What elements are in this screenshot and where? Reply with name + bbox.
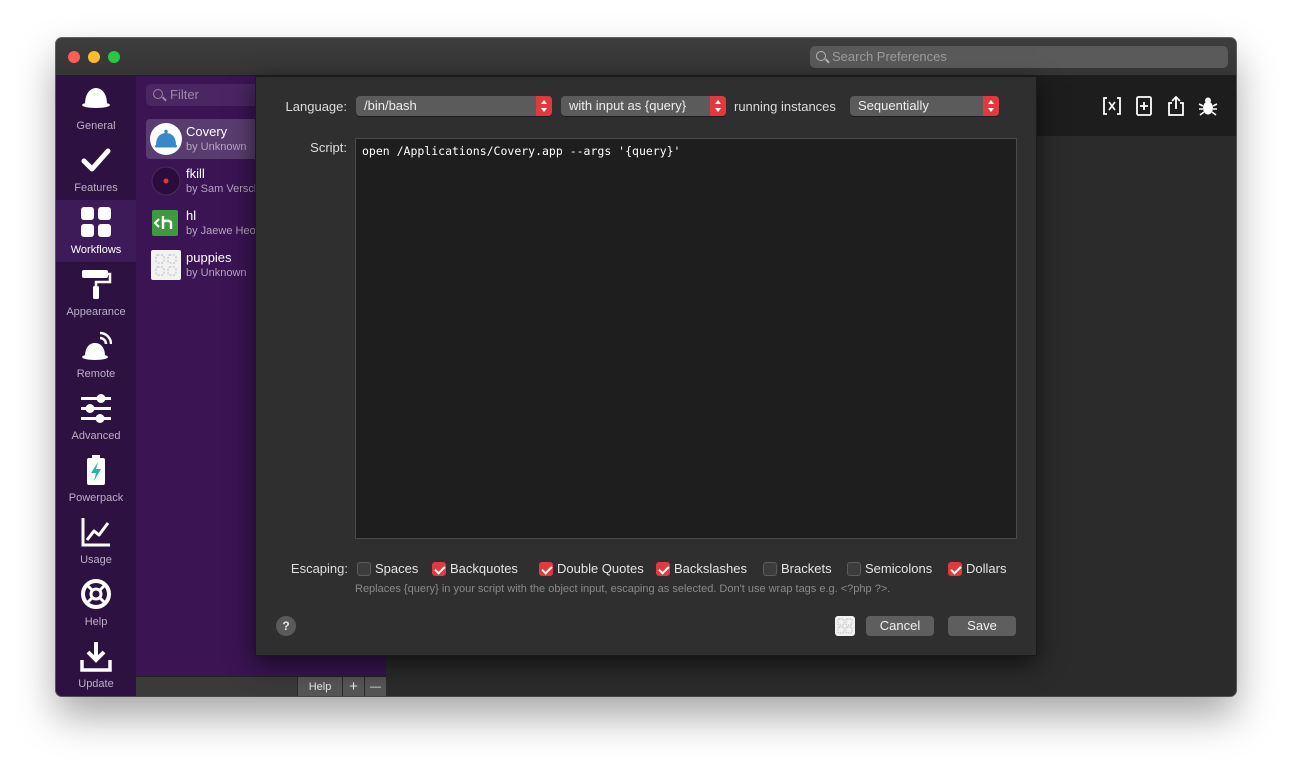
minimize-window-button[interactable] — [88, 51, 100, 63]
workflow-list-bottom-bar: Help + — — [136, 676, 386, 696]
workflow-author: by Unknown — [186, 141, 247, 153]
search-icon — [153, 89, 163, 99]
grid-icon — [81, 207, 111, 237]
language-label: Language: — [285, 99, 347, 114]
lifebuoy-icon — [81, 579, 111, 609]
remove-workflow-button[interactable]: — — [364, 677, 386, 696]
help-button[interactable]: Help — [297, 677, 342, 696]
search-preferences-input[interactable]: Search Preferences — [810, 46, 1228, 68]
sidebar-item-label: Help — [84, 616, 108, 628]
checkbox-box — [948, 562, 962, 576]
checkbox-box — [847, 562, 861, 576]
run-script-sheet: Language: /bin/bash with input as {query… — [255, 76, 1037, 656]
save-button[interactable]: Save — [948, 616, 1016, 636]
sidebar-item-usage[interactable]: Usage — [56, 510, 136, 572]
chart-icon — [81, 518, 110, 547]
sidebar-item-workflows[interactable]: Workflows — [56, 200, 136, 262]
running-instances-value: Sequentially — [858, 98, 929, 113]
sidebar-item-advanced[interactable]: Advanced — [56, 386, 136, 448]
checkbox-label: Spaces — [375, 561, 419, 576]
filter-placeholder: Filter — [170, 87, 199, 102]
escaping-hint: Replaces {query} in your script with the… — [355, 583, 891, 595]
sidebar-item-general[interactable]: General — [56, 76, 136, 138]
checkbox-box — [357, 562, 371, 576]
placeholder-grid-icon — [151, 250, 181, 280]
checkbox-box — [539, 562, 553, 576]
sidebar-item-features[interactable]: Features — [56, 138, 136, 200]
checkmark-icon — [81, 148, 111, 172]
checkbox-label: Semicolons — [865, 561, 933, 576]
workflow-name: Covery — [186, 124, 228, 139]
input-mode-select[interactable]: with input as {query} — [561, 96, 726, 116]
checkbox-label: Backquotes — [450, 561, 518, 576]
script-label: Script: — [310, 140, 347, 155]
sidebar-item-update[interactable]: Update — [56, 634, 136, 696]
close-window-button[interactable] — [68, 51, 80, 63]
battery-bolt-icon — [87, 455, 105, 485]
add-workflow-button[interactable]: + — [342, 677, 364, 696]
sidebar-item-label: General — [76, 120, 116, 132]
workflow-name: fkill — [186, 166, 205, 181]
sidebar-item-label: Remote — [76, 368, 116, 380]
sidebar-item-appearance[interactable]: Appearance — [56, 262, 136, 324]
variables-icon[interactable] — [1102, 96, 1122, 116]
chevron-updown-icon — [983, 96, 999, 116]
fkill-target-icon — [151, 166, 181, 196]
canvas-toolbar — [1036, 76, 1236, 136]
sidebar-item-label: Workflows — [70, 244, 122, 256]
cancel-button[interactable]: Cancel — [866, 616, 934, 636]
checkbox-label: Dollars — [966, 561, 1007, 576]
checkbox-label: Backslashes — [674, 561, 747, 576]
covery-cloche-icon — [150, 123, 182, 155]
sidebar-item-remote[interactable]: Remote — [56, 324, 136, 386]
checkbox-box — [432, 562, 446, 576]
running-instances-select[interactable]: Sequentially — [850, 96, 999, 116]
hat-icon — [82, 88, 110, 108]
workflow-name: puppies — [186, 250, 232, 265]
running-instances-label: running instances — [734, 99, 836, 114]
add-object-icon[interactable] — [1134, 96, 1154, 116]
sidebar-item-powerpack[interactable]: Powerpack — [56, 448, 136, 510]
title-bar: Search Preferences — [56, 38, 1236, 76]
script-editor[interactable]: open /Applications/Covery.app --args '{q… — [355, 138, 1017, 539]
share-icon[interactable] — [1166, 96, 1186, 116]
language-select[interactable]: /bin/bash — [356, 96, 552, 116]
escaping-label: Escaping: — [290, 561, 348, 576]
sidebar-item-help[interactable]: Help — [56, 572, 136, 634]
search-placeholder: Search Preferences — [832, 49, 947, 64]
checkbox-box — [763, 562, 777, 576]
checkbox-label: Brackets — [781, 561, 832, 576]
sidebar-item-label: Appearance — [66, 306, 126, 318]
workflow-author: by Jaewe Heo — [186, 225, 256, 237]
chevron-updown-icon — [710, 96, 726, 116]
chevron-updown-icon — [536, 96, 552, 116]
sidebar-item-label: Usage — [80, 554, 112, 566]
download-icon — [80, 642, 112, 672]
placeholder-grid-icon[interactable] — [835, 616, 855, 636]
workflow-author: by Unknown — [186, 267, 247, 279]
maximize-window-button[interactable] — [108, 51, 120, 63]
sidebar-item-label: Advanced — [71, 430, 121, 442]
sidebar: General Features Workflows Appearance Re… — [56, 76, 136, 696]
checkbox-box — [656, 562, 670, 576]
paint-roller-icon — [82, 270, 112, 299]
hl-code-icon — [152, 210, 178, 236]
checkbox-label: Double Quotes — [557, 561, 644, 576]
workflow-name: hl — [186, 208, 197, 223]
script-text: open /Applications/Covery.app --args '{q… — [362, 144, 681, 158]
sliders-icon — [81, 394, 111, 423]
input-mode-value: with input as {query} — [569, 98, 687, 113]
sidebar-item-label: Features — [74, 182, 118, 194]
search-icon — [816, 51, 826, 61]
debug-bug-icon[interactable] — [1198, 96, 1218, 116]
language-value: /bin/bash — [364, 98, 417, 113]
help-button[interactable]: ? — [276, 616, 296, 636]
sidebar-item-label: Powerpack — [68, 492, 124, 504]
sidebar-item-label: Update — [78, 678, 114, 690]
remote-icon — [82, 331, 112, 360]
